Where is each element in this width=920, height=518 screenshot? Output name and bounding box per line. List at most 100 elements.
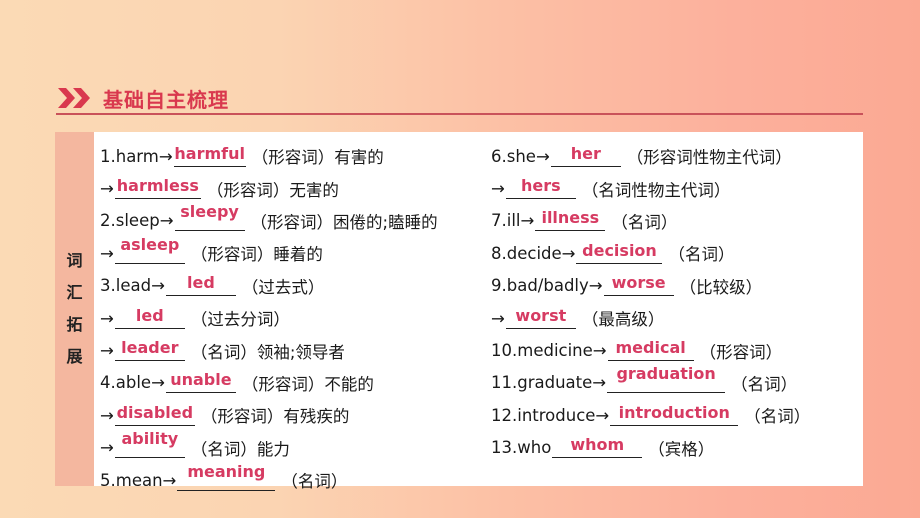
word-prompt: 5.mean→ xyxy=(100,470,177,490)
vocab-row: → ability （名词）能力 xyxy=(100,429,438,464)
right-column: 6.she→ her （形容词性物主代词） → hers （名词性物主代词） 7.ill→ i… xyxy=(491,140,810,464)
answer-blank: illness xyxy=(535,208,606,232)
answer-text: asleep xyxy=(120,234,180,254)
vocab-row: → leader （名词）领袖;领导者 xyxy=(100,334,438,366)
answer-blank: whom xyxy=(552,435,643,459)
vocab-row: 8.decide→ decision （名词） xyxy=(491,237,810,269)
part-of-speech-note: （形容词）有残疾的 xyxy=(200,407,350,427)
vocab-row: → asleep （形容词）睡着的 xyxy=(100,235,438,269)
vocab-row: 4.able→ unable （形容词）不能的 xyxy=(100,367,438,399)
part-of-speech-note: （形容词）睡着的 xyxy=(190,245,323,265)
part-of-speech-note: （形容词）无害的 xyxy=(206,180,339,200)
word-prompt: → xyxy=(100,179,114,199)
part-of-speech-note: （形容词）不能的 xyxy=(241,374,374,394)
word-prompt: 13.who xyxy=(491,438,552,458)
answer-blank: harmless xyxy=(114,176,201,200)
answer-text: ability xyxy=(121,429,179,449)
word-prompt: → xyxy=(100,405,114,425)
answer-text: unable xyxy=(170,370,232,390)
vocab-row: → disabled （形容词）有残疾的 xyxy=(100,399,438,431)
vocab-row: 11.graduate→ graduation （名词） xyxy=(491,364,810,399)
side-label-char: 拓 xyxy=(66,315,83,334)
word-prompt: → xyxy=(100,308,114,328)
word-prompt: 12.introduce→ xyxy=(491,405,610,425)
answer-text: medical xyxy=(615,338,686,358)
word-prompt: → xyxy=(100,243,114,263)
vocabulary-table: 词 汇 拓 展 1.harm→ harmful （形容词）有害的 → harmless （… xyxy=(55,132,863,491)
section-title: 基础自主梳理 xyxy=(103,87,229,112)
part-of-speech-note: （名词）领袖;领导者 xyxy=(190,342,345,362)
answer-blank: leader xyxy=(114,338,185,362)
section-header: 基础自主梳理 xyxy=(58,84,229,112)
word-prompt: 3.lead→ xyxy=(100,276,165,296)
vocab-row: 10.medicine→ medical （形容词） xyxy=(491,334,810,366)
part-of-speech-note: （名词） xyxy=(281,472,348,492)
answer-blank: led xyxy=(114,305,185,329)
vocab-row: 12.introduce→ introduction （名词） xyxy=(491,399,810,431)
part-of-speech-note: （名词） xyxy=(611,212,678,232)
part-of-speech-note: （宾格） xyxy=(648,439,715,459)
part-of-speech-note: （过去式） xyxy=(241,277,325,297)
vocab-row: 9.bad/badly→ worse （比较级） xyxy=(491,270,810,302)
part-of-speech-note: （形容词） xyxy=(699,342,783,362)
left-column: 1.harm→ harmful （形容词）有害的 → harmless （形容词）无害的 2… xyxy=(100,140,438,496)
vocab-row: 7.ill→ illness （名词） xyxy=(491,205,810,237)
vocab-row: 2.sleep→ sleepy （形容词）困倦的;瞌睡的 xyxy=(100,202,438,237)
answer-blank: meaning xyxy=(177,462,276,491)
answer-text: graduation xyxy=(616,364,716,384)
header-divider xyxy=(56,113,863,115)
word-prompt: → xyxy=(100,341,114,361)
side-label: 词 汇 拓 展 xyxy=(55,132,94,486)
word-prompt: 1.harm→ xyxy=(100,146,173,166)
answer-blank: hers xyxy=(505,176,576,200)
part-of-speech-note: （过去分词） xyxy=(190,310,290,330)
answer-text: whom xyxy=(570,435,625,455)
word-prompt: → xyxy=(491,308,505,328)
answer-text: her xyxy=(570,143,601,163)
answer-text: led xyxy=(186,273,215,293)
double-chevron-right-icon xyxy=(58,87,94,109)
vocab-row: 6.she→ her （形容词性物主代词） xyxy=(491,140,810,172)
answer-blank: asleep xyxy=(114,235,185,264)
answer-blank: decision xyxy=(576,240,663,264)
word-prompt: 4.able→ xyxy=(100,373,165,393)
answer-text: sleepy xyxy=(180,202,239,222)
vocab-row: → harmless （形容词）无害的 xyxy=(100,172,438,204)
answer-blank: unable xyxy=(165,370,236,394)
answer-text: introduction xyxy=(618,402,730,422)
part-of-speech-note: （名词） xyxy=(731,374,798,394)
vocab-row: 13.who whom （宾格） xyxy=(491,432,810,464)
word-prompt: 11.graduate→ xyxy=(491,373,607,393)
answer-blank: led xyxy=(165,273,236,297)
answer-blank: worst xyxy=(505,305,576,329)
answer-text: hers xyxy=(521,176,561,196)
answer-text: meaning xyxy=(187,461,266,481)
answer-text: leader xyxy=(121,338,179,358)
word-prompt: → xyxy=(491,179,505,199)
word-prompt: 6.she→ xyxy=(491,146,550,166)
vocab-row: 5.mean→ meaning （名词） xyxy=(100,462,438,496)
side-label-char: 展 xyxy=(66,347,83,366)
part-of-speech-note: （名词） xyxy=(668,245,735,265)
answer-blank: graduation xyxy=(607,364,726,394)
answer-text: harmless xyxy=(116,176,199,196)
word-prompt: 2.sleep→ xyxy=(100,211,174,231)
vocab-row: 1.harm→ harmful （形容词）有害的 xyxy=(100,140,438,172)
answer-blank: her xyxy=(550,143,621,167)
word-prompt: 8.decide→ xyxy=(491,243,576,263)
answer-blank: harmful xyxy=(173,143,246,167)
part-of-speech-note: （最高级） xyxy=(581,310,665,330)
answer-text: worst xyxy=(515,305,567,325)
answer-text: harmful xyxy=(174,143,245,163)
answer-blank: sleepy xyxy=(174,202,245,232)
answer-text: illness xyxy=(541,208,600,228)
answer-blank: ability xyxy=(114,429,185,459)
word-prompt: 9.bad/badly→ xyxy=(491,276,603,296)
answer-text: decision xyxy=(582,240,657,260)
answer-blank: medical xyxy=(607,338,694,362)
word-prompt: 10.medicine→ xyxy=(491,341,607,361)
answer-text: led xyxy=(135,305,164,325)
part-of-speech-note: （比较级） xyxy=(679,277,763,297)
word-prompt: → xyxy=(100,438,114,458)
part-of-speech-note: （名词）能力 xyxy=(190,439,290,459)
